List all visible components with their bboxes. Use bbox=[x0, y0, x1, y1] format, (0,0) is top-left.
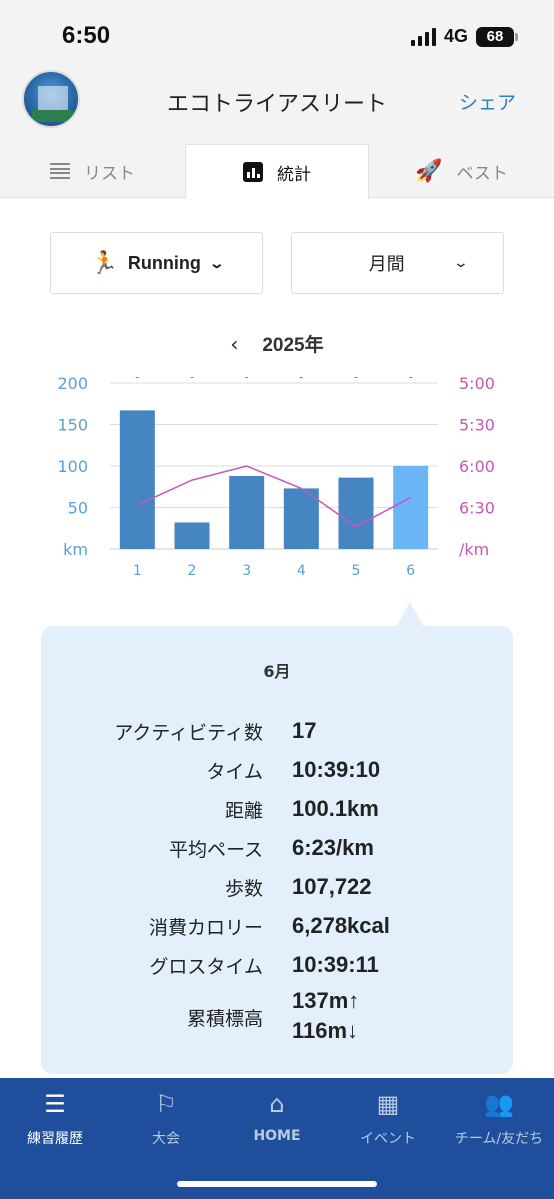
x-tick-label: 5 bbox=[352, 563, 361, 579]
left-tick-label: 200 bbox=[57, 374, 88, 393]
tab-best-label: ベスト bbox=[456, 163, 508, 184]
stat-row-pace: 平均ペース 6:23/km bbox=[41, 835, 513, 871]
flag-icon: ⚐ bbox=[155, 1090, 177, 1118]
map-icon: ▦ bbox=[376, 1090, 400, 1118]
list-icon bbox=[50, 163, 70, 179]
stat-label: アクティビティ数 bbox=[114, 722, 263, 744]
chart-bar bbox=[119, 410, 155, 549]
stat-value: 17 bbox=[292, 718, 317, 743]
stat-row-activities: アクティビティ数 17 bbox=[41, 718, 513, 754]
chevron-down-icon: ⌄ bbox=[208, 254, 225, 271]
tab-list-label: リスト bbox=[84, 163, 135, 184]
stat-row-steps: 歩数 107,722 bbox=[41, 874, 513, 910]
app-header: エコトライアスリート シェア bbox=[0, 68, 554, 144]
stat-row-time: タイム 10:39:10 bbox=[41, 757, 513, 793]
monthly-chart: 200 150 100 50 5:00 5:30 6:00 6:30 km/km 1 - 2 - 3 - 4 -… bbox=[57, 370, 495, 579]
home-indicator bbox=[177, 1181, 377, 1187]
stat-value: 6,278kcal bbox=[292, 913, 390, 938]
x-tick-label: 1 bbox=[133, 563, 142, 579]
stat-label: 平均ペース bbox=[168, 839, 263, 861]
left-tick-label: 100 bbox=[57, 457, 88, 476]
sport-select[interactable]: 🏃 Running ⌄ bbox=[50, 232, 263, 294]
top-marker: - bbox=[135, 370, 139, 384]
month-detail-card: 6月 アクティビティ数 17 タイム 10:39:10 距離 100.1km 平… bbox=[41, 602, 513, 1074]
stat-label: タイム bbox=[206, 761, 263, 783]
tab-stats-label: 統計 bbox=[277, 164, 311, 185]
x-tick-label: 4 bbox=[297, 563, 306, 579]
stat-row-distance: 距離 100.1km bbox=[41, 796, 513, 832]
period-select-value: 月間 bbox=[368, 254, 405, 275]
nav-events[interactable]: ▦ イベント bbox=[333, 1088, 443, 1148]
stat-row-gross-time: グロスタイム 10:39:11 bbox=[41, 952, 513, 988]
stat-row-calories: 消費カロリー 6,278kcal bbox=[41, 913, 513, 949]
nav-label: イベント bbox=[360, 1131, 416, 1147]
chart-bar bbox=[393, 465, 429, 549]
right-tick-label: 5:30 bbox=[459, 416, 495, 435]
stat-value: 10:39:11 bbox=[292, 952, 379, 977]
tab-bar: リスト 統計 🚀 ベスト bbox=[0, 144, 554, 199]
people-icon: 👥 bbox=[484, 1090, 514, 1118]
stat-value: 10:39:10 bbox=[292, 757, 381, 782]
x-tick-label: 3 bbox=[242, 563, 251, 579]
year-navigator: ‹ 2025年 bbox=[0, 330, 554, 357]
list-icon: ☰ bbox=[44, 1090, 66, 1118]
tab-best[interactable]: 🚀 ベスト bbox=[369, 144, 554, 198]
tab-stats[interactable]: 統計 bbox=[185, 144, 369, 199]
top-marker: - bbox=[190, 370, 194, 384]
stat-value: 116m↓ bbox=[292, 1018, 359, 1043]
nav-label: 大会 bbox=[152, 1131, 180, 1147]
top-marker: - bbox=[244, 370, 248, 384]
x-tick-label: 2 bbox=[188, 563, 197, 579]
left-tick-label: 50 bbox=[68, 499, 88, 518]
left-axis-unit: km bbox=[63, 540, 88, 559]
stat-value: 107,722 bbox=[292, 874, 372, 899]
share-button[interactable]: シェア bbox=[459, 88, 516, 115]
stat-label: 距離 bbox=[224, 800, 263, 822]
stat-value: 6:23/km bbox=[292, 835, 374, 860]
chevron-left-icon[interactable]: ‹ bbox=[230, 332, 238, 356]
stat-label: 消費カロリー bbox=[148, 917, 263, 939]
status-time: 6:50 bbox=[62, 22, 111, 49]
top-marker: - bbox=[299, 370, 303, 384]
tab-list[interactable]: リスト bbox=[0, 144, 185, 198]
nav-history[interactable]: ☰ 練習履歴 bbox=[0, 1088, 110, 1148]
stat-row-elevation: 累積標高 137m↑ 116m↓ bbox=[41, 988, 513, 1052]
chart-bar bbox=[174, 522, 210, 549]
stat-value: 137m↑ bbox=[292, 988, 360, 1013]
year-label: 2025年 bbox=[262, 335, 324, 356]
nav-label: HOME bbox=[253, 1128, 301, 1144]
stat-label: グロスタイム bbox=[149, 956, 263, 978]
left-tick-label: 150 bbox=[57, 416, 88, 435]
top-marker: - bbox=[354, 370, 358, 384]
stat-label: 累積標高 bbox=[186, 1008, 263, 1030]
nav-label: 練習履歴 bbox=[27, 1131, 83, 1147]
x-tick-label: 6 bbox=[406, 563, 415, 579]
running-icon: 🏃 bbox=[90, 250, 118, 275]
top-marker: - bbox=[408, 370, 412, 384]
nav-label: チーム/友だち bbox=[454, 1131, 544, 1147]
chart-bar bbox=[229, 475, 265, 549]
bar-chart-icon bbox=[243, 162, 263, 182]
right-axis-unit: /km bbox=[459, 540, 489, 559]
right-tick-label: 5:00 bbox=[459, 374, 495, 393]
status-bar: 6:50 4G 68 bbox=[0, 0, 554, 68]
rocket-icon: 🚀 bbox=[415, 158, 443, 184]
sport-select-value: Running bbox=[127, 252, 201, 273]
network-type: 4G bbox=[443, 26, 468, 46]
nav-races[interactable]: ⚐ 大会 bbox=[111, 1088, 221, 1148]
right-tick-label: 6:30 bbox=[459, 499, 495, 518]
chart-bar bbox=[338, 477, 374, 549]
stat-label: 歩数 bbox=[224, 878, 263, 900]
chevron-down-icon: ⌄ bbox=[452, 255, 469, 271]
signal-icon bbox=[410, 27, 436, 46]
detail-month: 6月 bbox=[263, 662, 291, 681]
stat-value: 100.1km bbox=[292, 796, 379, 821]
nav-home[interactable]: ⌂ HOME bbox=[222, 1088, 332, 1144]
right-tick-label: 6:00 bbox=[459, 457, 495, 476]
nav-team[interactable]: 👥 チーム/友だち bbox=[444, 1088, 554, 1148]
battery-icon: 68 bbox=[476, 26, 518, 47]
status-indicators: 4G 68 bbox=[410, 26, 518, 47]
home-icon: ⌂ bbox=[269, 1090, 285, 1118]
period-select[interactable]: 月間 ⌄ bbox=[291, 232, 504, 294]
